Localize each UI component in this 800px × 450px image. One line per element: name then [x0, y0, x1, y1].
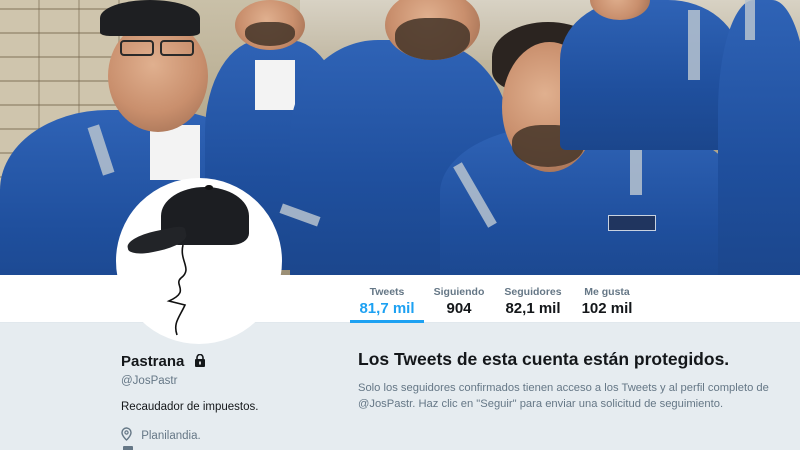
- tab-likes-label: Me gusta: [584, 286, 630, 298]
- protected-description: Solo los seguidores confirmados tienen a…: [358, 382, 769, 410]
- tab-likes[interactable]: Me gusta 102 mil: [576, 275, 638, 323]
- tab-likes-count: 102 mil: [581, 300, 633, 317]
- protected-title: Los Tweets de esta cuenta están protegid…: [358, 349, 730, 369]
- tab-following[interactable]: Siguiendo 904: [428, 275, 490, 323]
- profile-avatar[interactable]: [116, 178, 282, 344]
- person-top-right: [560, 0, 740, 150]
- head-left: [108, 20, 208, 132]
- lock-icon: [194, 353, 206, 371]
- cap-strap-icon: [166, 244, 187, 336]
- tab-tweets[interactable]: Tweets 81,7 mil: [350, 275, 424, 323]
- company-badge-patch: [608, 215, 656, 231]
- reflective-stripe: [688, 10, 700, 80]
- profile-name-text: Pastrana: [121, 353, 185, 370]
- profile-bio: Recaudador de impuestos.: [121, 401, 259, 413]
- tab-followers-label: Seguidores: [504, 286, 562, 298]
- white-shirt: [255, 60, 295, 110]
- reflective-stripe: [745, 0, 755, 40]
- tab-followers[interactable]: Seguidores 82,1 mil: [500, 275, 566, 323]
- tab-tweets-label: Tweets: [369, 286, 405, 298]
- person-far-right: [718, 0, 800, 275]
- tab-followers-count: 82,1 mil: [505, 300, 561, 317]
- profile-name[interactable]: Pastrana: [121, 353, 206, 371]
- profile-handle: @JosPastr: [121, 375, 178, 387]
- glasses-left-lens: [120, 40, 154, 56]
- beard: [395, 18, 470, 60]
- tab-following-count: 904: [446, 300, 472, 317]
- calendar-icon: [123, 446, 133, 450]
- twitter-profile-page: Tweets 81,7 mil Siguiendo 904 Seguidores…: [0, 0, 800, 450]
- tab-tweets-count: 81,7 mil: [359, 300, 415, 317]
- glasses-right-lens: [160, 40, 194, 56]
- beard: [245, 22, 295, 46]
- tab-following-label: Siguiendo: [433, 286, 485, 298]
- location-pin-icon: [121, 427, 132, 444]
- white-shirt: [150, 125, 200, 180]
- black-cap: [100, 0, 200, 36]
- profile-location-text: Planilandia.: [141, 430, 201, 442]
- profile-location: Planilandia.: [121, 427, 201, 444]
- reflective-stripe: [630, 150, 642, 195]
